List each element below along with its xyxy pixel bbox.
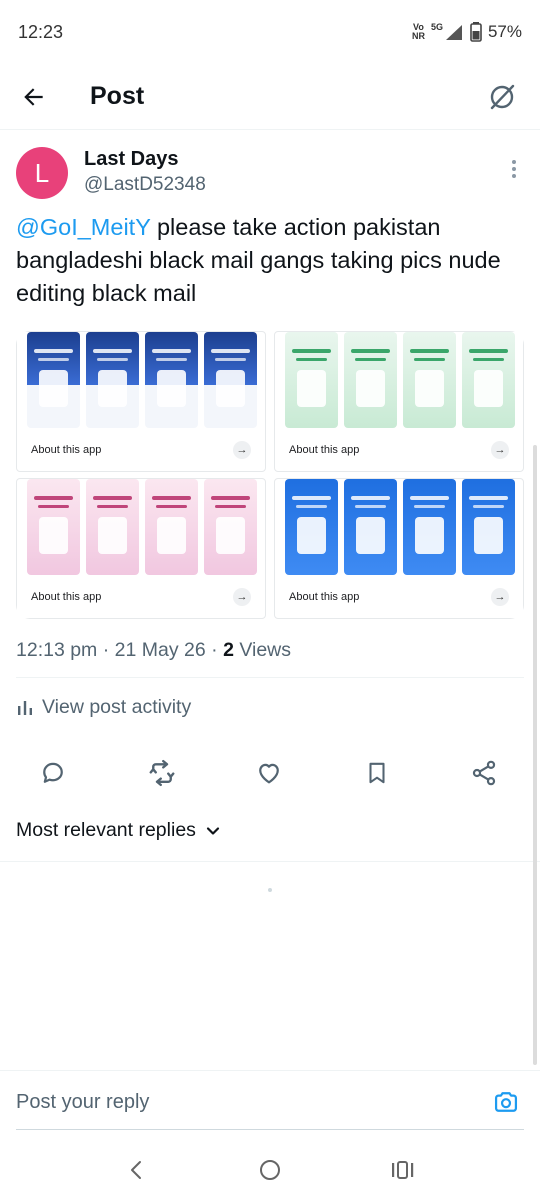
reply-button[interactable] (31, 751, 75, 795)
arrow-right-icon: → (491, 588, 509, 606)
replies-sort-label: Most relevant replies (16, 819, 196, 841)
analytics-icon (18, 700, 32, 715)
reply-input[interactable] (16, 1090, 488, 1114)
battery-percent: 57% (487, 22, 522, 41)
divider (0, 861, 540, 862)
media-image-4[interactable]: About this app → (274, 478, 524, 619)
share-icon (472, 760, 496, 786)
media-caption: About this app (289, 591, 360, 603)
more-dot-icon (512, 160, 516, 164)
camera-icon (494, 1092, 518, 1112)
avatar[interactable]: L (16, 147, 68, 199)
battery-icon (470, 22, 482, 42)
author-row: L Last Days @LastD52348 (0, 131, 540, 209)
views-label: Views (239, 639, 292, 661)
post-text: @GoI_MeitY please take action pakistan b… (16, 211, 524, 310)
views-count: 2 (223, 639, 234, 661)
reply-icon (43, 762, 63, 783)
divider (16, 677, 524, 678)
media-image-3[interactable]: About this app → (16, 478, 266, 619)
signal-icon: 5G (431, 23, 464, 41)
media-grid[interactable]: About this app → About this app → About … (16, 331, 524, 619)
camera-button[interactable] (488, 1084, 524, 1120)
status-time: 12:23 (18, 21, 64, 42)
post-time[interactable]: 12:13 pm (16, 639, 97, 661)
media-caption: About this app (31, 444, 102, 456)
loading-indicator (268, 888, 272, 892)
nav-recents-button[interactable] (381, 1148, 425, 1192)
home-circle-icon (259, 1160, 280, 1180)
heart-icon (259, 763, 279, 784)
status-icons: Vo NR 5G 57% (412, 22, 522, 42)
media-caption: About this app (289, 444, 360, 456)
more-options-button[interactable] (504, 157, 524, 181)
repost-button[interactable] (140, 751, 184, 795)
recents-icon (392, 1161, 414, 1179)
chevron-left-icon (130, 1161, 141, 1179)
repost-icon (149, 759, 175, 787)
replies-sort-dropdown[interactable]: Most relevant replies (16, 819, 222, 842)
view-activity-button[interactable]: View post activity (16, 696, 191, 719)
page-title: Post (90, 82, 145, 110)
action-bar (0, 751, 540, 801)
arrow-right-icon: → (233, 588, 251, 606)
bookmark-button[interactable] (355, 751, 399, 795)
author-name[interactable]: Last Days (84, 148, 179, 171)
network-type: 5G (430, 22, 443, 32)
nav-back-button[interactable] (115, 1148, 159, 1192)
divider (16, 1129, 524, 1130)
post-date[interactable]: 21 May 26 (115, 639, 206, 661)
scrollbar[interactable] (533, 445, 537, 1065)
grok-button[interactable] (482, 77, 522, 117)
media-caption: About this app (31, 591, 102, 603)
grok-icon (490, 84, 515, 109)
mention-link[interactable]: @GoI_MeitY (16, 214, 150, 240)
post-header: Post (0, 64, 540, 130)
activity-label: View post activity (42, 696, 192, 718)
chevron-down-icon (206, 826, 220, 835)
bookmark-icon (369, 762, 385, 784)
arrow-right-icon: → (233, 441, 251, 459)
media-image-1[interactable]: About this app → (16, 331, 266, 472)
system-nav-bar (0, 1140, 540, 1200)
arrow-left-icon (24, 87, 43, 106)
status-bar: 12:23 Vo NR 5G 57% (0, 0, 540, 64)
nav-home-button[interactable] (248, 1148, 292, 1192)
post-meta: 12:13 pm · 21 May 26 · 2 Views (16, 639, 292, 661)
post: L Last Days @LastD52348 @GoI_MeitY pleas… (0, 131, 540, 862)
like-button[interactable] (247, 751, 291, 795)
media-image-2[interactable]: About this app → (274, 331, 524, 472)
author-handle[interactable]: @LastD52348 (84, 174, 206, 196)
volte-indicator: Vo NR (411, 22, 425, 41)
arrow-right-icon: → (491, 441, 509, 459)
share-button[interactable] (462, 751, 506, 795)
back-button[interactable] (14, 77, 54, 117)
reply-composer (0, 1071, 540, 1133)
